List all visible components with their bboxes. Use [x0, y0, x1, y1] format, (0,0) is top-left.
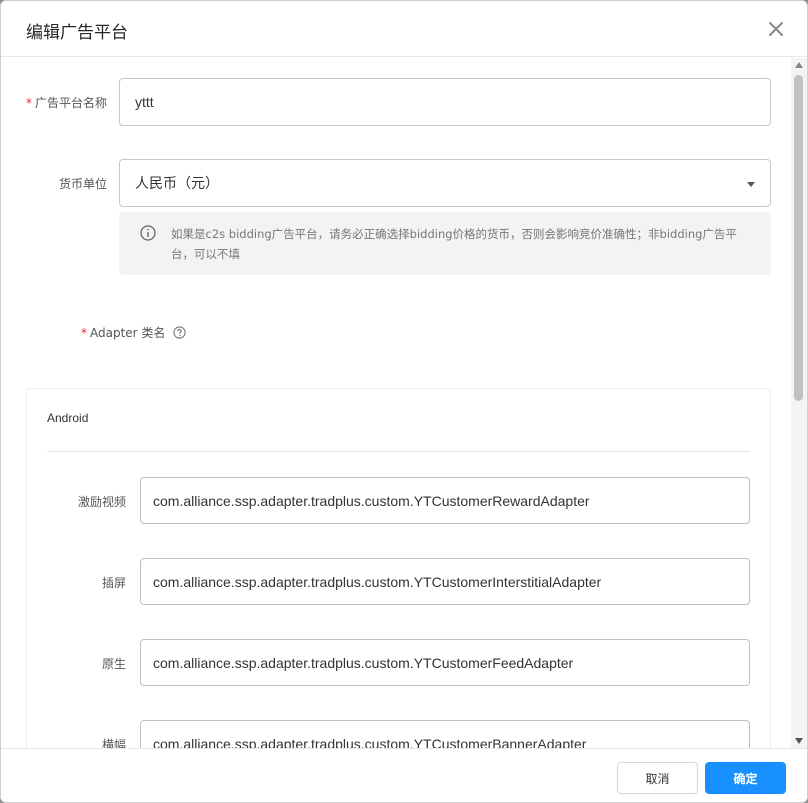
modal-title: 编辑广告平台	[26, 23, 128, 43]
modal-footer: 取消 确定	[1, 748, 807, 802]
currency-info-text: 如果是c2s bidding广告平台，请务必正确选择bidding价格的货币，否…	[171, 227, 737, 261]
reward-video-label: 激励视频	[77, 495, 126, 509]
vertical-scrollbar[interactable]	[791, 58, 807, 748]
banner-adapter-input[interactable]: com.alliance.ssp.adapter.tradplus.custom…	[140, 720, 750, 748]
native-adapter-value: com.alliance.ssp.adapter.tradplus.custom…	[153, 654, 574, 671]
divider	[47, 451, 750, 452]
adapter-label: * Adapter 类名	[81, 324, 187, 341]
required-mark: *	[25, 96, 32, 110]
android-title: Android	[47, 411, 89, 425]
currency-label: 货币单位	[58, 177, 107, 191]
cancel-button[interactable]: 取消	[617, 762, 698, 794]
required-mark: *	[81, 326, 87, 340]
banner-adapter-value: com.alliance.ssp.adapter.tradplus.custom…	[153, 735, 587, 749]
edit-platform-modal: 编辑广告平台 * 广告平台名称 yttt 货币单位 人民币（元） 如果是c2s b…	[0, 0, 808, 803]
native-label: 原生	[101, 657, 126, 671]
platform-name-input[interactable]: yttt	[119, 78, 771, 126]
scroll-up-icon[interactable]	[795, 62, 803, 68]
question-circle-icon[interactable]	[173, 326, 187, 339]
modal-body: * 广告平台名称 yttt 货币单位 人民币（元） 如果是c2s bidding广…	[1, 58, 791, 748]
platform-name-label: * 广告平台名称	[21, 94, 107, 111]
banner-label: 横幅	[101, 738, 126, 748]
scroll-thumb[interactable]	[794, 75, 803, 401]
currency-value: 人民币（元）	[135, 175, 219, 191]
adapter-label-text: Adapter 类名	[90, 326, 166, 340]
native-adapter-input[interactable]: com.alliance.ssp.adapter.tradplus.custom…	[140, 639, 750, 686]
currency-info-box: 如果是c2s bidding广告平台，请务必正确选择bidding价格的货币，否…	[119, 212, 771, 275]
interstitial-label: 插屏	[101, 576, 126, 590]
confirm-button[interactable]: 确定	[705, 762, 786, 794]
caret-down-icon	[747, 182, 755, 187]
interstitial-adapter-input[interactable]: com.alliance.ssp.adapter.tradplus.custom…	[140, 558, 750, 605]
scroll-down-icon[interactable]	[795, 738, 803, 744]
currency-select[interactable]: 人民币（元）	[119, 159, 771, 207]
interstitial-adapter-value: com.alliance.ssp.adapter.tradplus.custom…	[153, 573, 602, 590]
info-circle-icon	[140, 225, 156, 241]
reward-video-adapter-value: com.alliance.ssp.adapter.tradplus.custom…	[153, 492, 590, 509]
reward-video-adapter-input[interactable]: com.alliance.ssp.adapter.tradplus.custom…	[140, 477, 750, 524]
platform-name-label-text: 广告平台名称	[34, 96, 107, 110]
close-button[interactable]	[765, 18, 787, 40]
close-icon	[769, 22, 783, 36]
platform-name-value: yttt	[135, 94, 154, 110]
android-card: Android 激励视频 com.alliance.ssp.adapter.tr…	[26, 388, 771, 748]
modal-header: 编辑广告平台	[1, 1, 807, 57]
